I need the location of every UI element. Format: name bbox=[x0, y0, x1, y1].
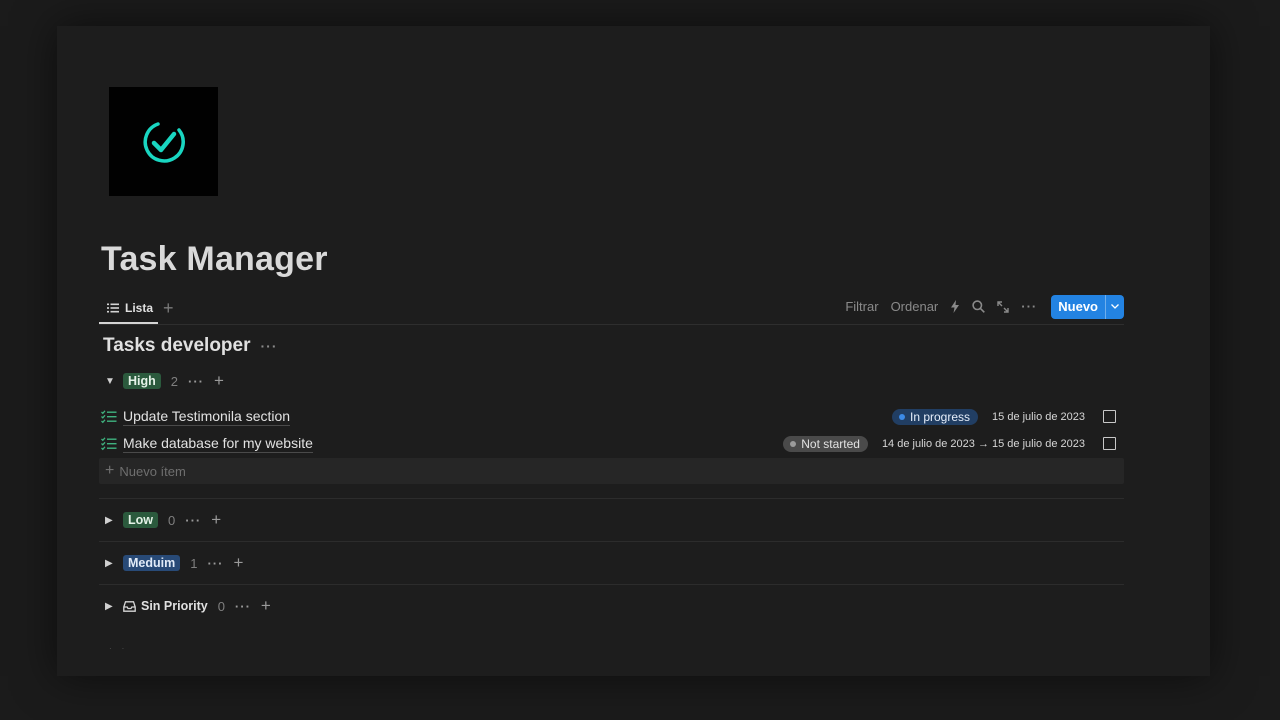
group-divider bbox=[99, 541, 1124, 542]
group-tag-low[interactable]: Low bbox=[123, 512, 158, 528]
group-more-button[interactable]: ··· bbox=[188, 374, 204, 389]
database-title-text[interactable]: Tasks developer bbox=[103, 335, 251, 357]
status-dot-icon bbox=[790, 440, 797, 447]
task-date[interactable]: 15 de julio de 2023 bbox=[992, 411, 1085, 423]
expand-icon[interactable] bbox=[997, 300, 1009, 313]
status-label: In progress bbox=[910, 409, 971, 424]
checklist-icon bbox=[101, 436, 117, 451]
status-badge[interactable]: Not started bbox=[783, 435, 868, 452]
group-more-button[interactable]: ··· bbox=[235, 599, 251, 614]
group-divider bbox=[99, 498, 1124, 499]
sort-button[interactable]: Ordenar bbox=[891, 299, 939, 314]
tab-label: Lista bbox=[125, 301, 154, 315]
triangle-right-icon[interactable]: ▶ bbox=[105, 515, 113, 526]
task-checkbox[interactable] bbox=[1103, 437, 1116, 450]
group-tag-sin-priority[interactable]: Sin Priority bbox=[123, 599, 208, 613]
task-name[interactable]: Update Testimonila section bbox=[123, 408, 291, 426]
task-name[interactable]: Make database for my website bbox=[123, 435, 313, 453]
group-add-button[interactable]: + bbox=[214, 372, 224, 389]
table-row[interactable]: Make database for my website Not started… bbox=[99, 430, 1124, 457]
new-button[interactable]: Nuevo bbox=[1051, 294, 1124, 319]
database-more-button[interactable]: ··· bbox=[261, 338, 278, 354]
tab-lista[interactable]: Lista bbox=[99, 294, 158, 324]
inbox-icon bbox=[123, 600, 136, 612]
status-badge[interactable]: In progress bbox=[892, 408, 979, 425]
new-item-label: Nuevo ítem bbox=[119, 463, 186, 479]
group-header-sin-priority: ▶ Sin Priority 0 ··· + bbox=[105, 595, 271, 617]
add-view-button[interactable]: + bbox=[163, 298, 174, 318]
filter-button[interactable]: Filtrar bbox=[845, 299, 878, 314]
triangle-right-icon[interactable]: ▶ bbox=[105, 601, 113, 612]
group-tag-meduim[interactable]: Meduim bbox=[123, 555, 181, 571]
lightning-icon[interactable] bbox=[950, 300, 960, 313]
plus-icon: + bbox=[105, 462, 115, 479]
database-title: Tasks developer ··· bbox=[103, 335, 278, 357]
row-properties: In progress 15 de julio de 2023 bbox=[892, 408, 1124, 425]
task-date[interactable]: 14 de julio de 2023 → 15 de julio de 202… bbox=[882, 438, 1085, 450]
status-dot-icon bbox=[899, 413, 905, 420]
page-icon[interactable] bbox=[109, 87, 218, 196]
group-add-button[interactable]: + bbox=[261, 597, 271, 614]
chevron-down-icon[interactable] bbox=[1105, 294, 1124, 319]
group-count: 1 bbox=[190, 555, 198, 571]
group-more-button[interactable]: ··· bbox=[185, 513, 201, 528]
group-count: 2 bbox=[170, 373, 179, 389]
toolbar: Filtrar Ordenar ··· Nuevo bbox=[845, 294, 1124, 319]
triangle-down-icon[interactable]: ▼ bbox=[105, 376, 115, 387]
more-icon[interactable]: ··· bbox=[1021, 299, 1037, 314]
group-label: Sin Priority bbox=[141, 599, 208, 613]
group-header-high: ▼ High 2 ··· + bbox=[105, 370, 224, 392]
group-count: 0 bbox=[168, 512, 176, 528]
group-header-meduim: ▶ Meduim 1 ··· + bbox=[105, 552, 243, 574]
view-bar: Lista + Filtrar Ordenar ··· Nuevo bbox=[99, 294, 1124, 325]
page-title: Task Manager bbox=[101, 240, 328, 278]
group-header-low: ▶ Low 0 ··· + bbox=[105, 509, 221, 531]
group-count: 0 bbox=[217, 598, 225, 614]
group-tag-high[interactable]: High bbox=[123, 373, 161, 389]
triangle-right-icon[interactable]: ▶ bbox=[105, 558, 113, 569]
new-button-label: Nuevo bbox=[1058, 299, 1098, 314]
table-row[interactable]: Update Testimonila section In progress 1… bbox=[99, 403, 1124, 430]
group-divider bbox=[99, 584, 1124, 585]
check-circle-icon bbox=[143, 121, 185, 163]
checklist-icon bbox=[101, 409, 117, 424]
search-icon[interactable] bbox=[972, 300, 986, 313]
group-more-button[interactable]: ··· bbox=[207, 556, 223, 571]
status-label: Not started bbox=[801, 436, 860, 451]
new-item-button[interactable]: + Nuevo ítem bbox=[99, 458, 1124, 484]
group-add-button[interactable]: + bbox=[211, 511, 221, 528]
page-container: Task Manager Lista + Filtrar Ordenar ··· bbox=[57, 26, 1210, 676]
list-icon bbox=[107, 303, 119, 313]
hidden-groups-handle: ·· bbox=[109, 644, 135, 653]
row-properties: Not started 14 de julio de 2023 → 15 de … bbox=[783, 435, 1124, 452]
task-checkbox[interactable] bbox=[1103, 410, 1116, 423]
group-add-button[interactable]: + bbox=[233, 554, 243, 571]
